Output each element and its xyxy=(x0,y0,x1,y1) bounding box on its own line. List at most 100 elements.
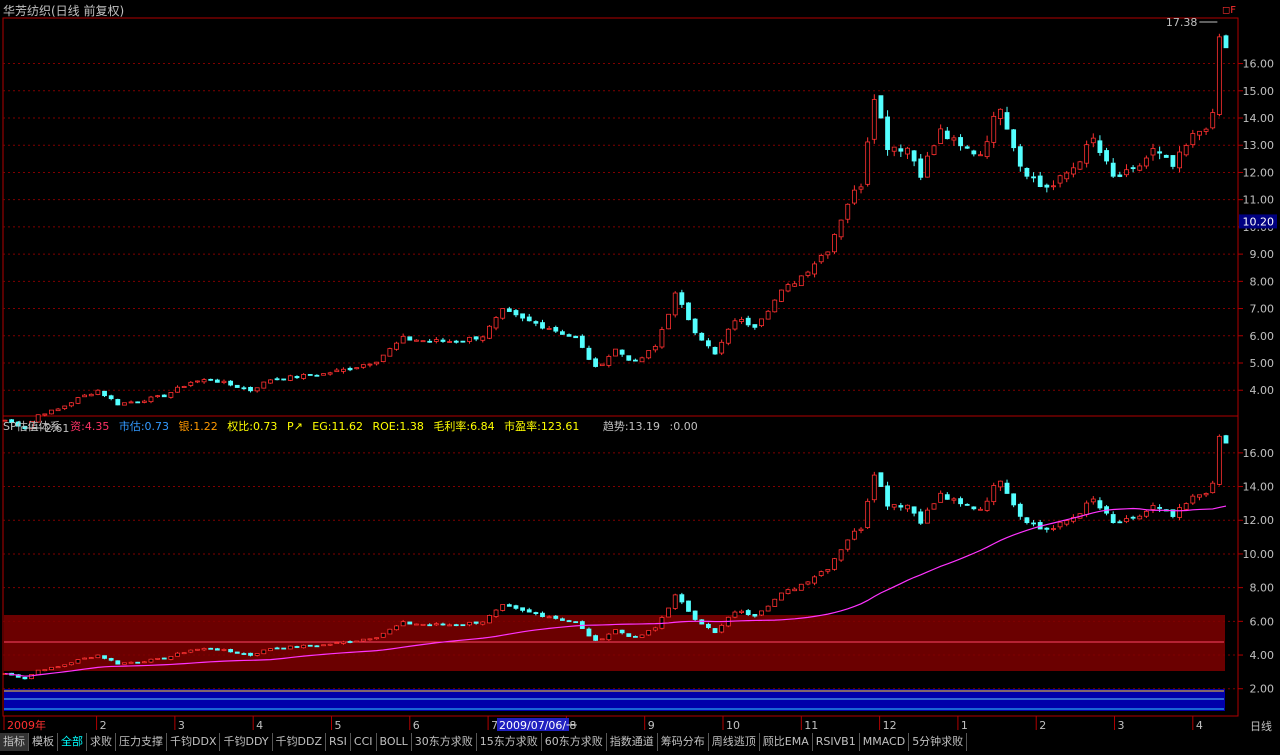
candle-body xyxy=(1051,528,1056,530)
tab-cci[interactable]: CCI xyxy=(351,733,377,751)
candle-body xyxy=(360,638,366,642)
candle-body xyxy=(931,145,937,155)
tab-index-channel[interactable]: 指数通道 xyxy=(607,733,658,751)
candle-body xyxy=(148,396,154,403)
candle-body xyxy=(141,661,147,664)
candle-body xyxy=(845,203,851,220)
tab-5min[interactable]: 5分钟求败 xyxy=(909,733,968,751)
month-label: 3 xyxy=(178,719,185,732)
price-tick-label: 6.00 xyxy=(1250,330,1275,343)
candle-body xyxy=(1223,35,1229,49)
indicator-tick-label: 8.00 xyxy=(1250,582,1275,595)
indicator-value: :0.00 xyxy=(669,420,698,433)
candle-body xyxy=(427,340,433,343)
candle-body xyxy=(1143,157,1149,167)
tab-ddz[interactable]: 千钧DDZ xyxy=(273,733,327,751)
candle-body xyxy=(991,485,997,503)
candle-body xyxy=(493,317,499,329)
candle-body xyxy=(652,345,658,351)
candle-body xyxy=(427,624,433,627)
candle-body xyxy=(248,652,253,656)
candle-body xyxy=(573,335,579,339)
candle-body xyxy=(440,623,446,626)
candle-body xyxy=(858,528,864,531)
candle-body xyxy=(447,341,453,343)
blue-band xyxy=(4,689,1225,711)
month-label: 9 xyxy=(648,719,655,732)
month-label: 1 xyxy=(961,719,968,732)
month-label: 5 xyxy=(334,719,341,732)
indicator-name: SP估值体系 xyxy=(3,420,61,433)
tab-15-east[interactable]: 15东方求败 xyxy=(477,733,542,751)
candle-body xyxy=(1216,435,1222,485)
candle-body xyxy=(55,666,61,669)
price-tick-label: 5.00 xyxy=(1250,357,1275,370)
candle-body xyxy=(1117,174,1123,177)
candle-body xyxy=(533,612,539,614)
tab-boll[interactable]: BOLL xyxy=(377,733,412,751)
indicator-value: P↗ xyxy=(286,420,303,433)
period-label[interactable]: 日线 xyxy=(1250,718,1272,734)
tab-rsivb1[interactable]: RSIVB1 xyxy=(813,733,860,751)
candle-body xyxy=(128,401,134,404)
candle-body xyxy=(1057,175,1063,184)
month-label: 11 xyxy=(804,719,818,732)
candle-body xyxy=(115,660,121,665)
tab-gubi-ema[interactable]: 顾比EMA xyxy=(760,733,813,751)
candle-body xyxy=(659,329,665,348)
tab-mmacd[interactable]: MMACD xyxy=(860,733,910,751)
high-label: 17.38 xyxy=(1166,16,1198,29)
candle-body xyxy=(951,137,957,141)
tab-all[interactable]: 全部 xyxy=(58,733,87,751)
candle-body xyxy=(1097,500,1103,509)
chart-svg[interactable]: 4.005.006.007.008.009.0010.0011.0012.001… xyxy=(0,0,1280,751)
candle-body xyxy=(666,313,671,330)
candle-body xyxy=(307,644,313,647)
tab-indicator[interactable]: 指标 xyxy=(0,733,29,751)
candle-body xyxy=(732,611,738,618)
candle-body xyxy=(606,633,612,641)
candle-body xyxy=(22,676,28,680)
candle-body xyxy=(400,335,406,344)
candle-body xyxy=(1210,112,1216,129)
month-label: 2009年 xyxy=(7,718,46,732)
month-label: 6 xyxy=(413,719,420,732)
month-label: 4 xyxy=(1196,719,1203,732)
tab-support-resistance[interactable]: 压力支撑 xyxy=(116,733,167,751)
candle-body xyxy=(115,399,121,406)
candle-body xyxy=(739,610,744,613)
month-label: 12 xyxy=(883,719,897,732)
candle-body xyxy=(593,635,598,641)
candle-body xyxy=(294,646,300,648)
tab-qiubai[interactable]: 求败 xyxy=(87,733,116,751)
candle-body xyxy=(102,655,107,659)
tab-rsi[interactable]: RSI xyxy=(326,733,351,751)
candle-body xyxy=(195,380,200,383)
candle-body xyxy=(778,592,784,601)
candle-body xyxy=(1170,155,1176,167)
candle-body xyxy=(865,141,871,185)
candle-body xyxy=(228,380,234,386)
candle-body xyxy=(1203,128,1209,132)
candle-body xyxy=(898,505,904,508)
candle-body xyxy=(460,624,466,627)
tab-ddx[interactable]: 千钧DDX xyxy=(167,733,221,751)
candle-body xyxy=(812,576,817,584)
month-label: 2 xyxy=(100,719,107,732)
candle-body xyxy=(274,647,280,650)
tab-weekly-top[interactable]: 周线逃顶 xyxy=(709,733,760,751)
tab-60-east[interactable]: 60东方求败 xyxy=(542,733,607,751)
candle-body xyxy=(1064,172,1070,180)
candle-body xyxy=(500,604,506,611)
candle-body xyxy=(88,657,94,659)
candle-body xyxy=(679,292,685,305)
candle-body xyxy=(871,99,877,140)
tab-template[interactable]: 模板 xyxy=(29,733,58,751)
tab-30-east[interactable]: 30东方求败 xyxy=(412,733,477,751)
tab-chip-distribution[interactable]: 筹码分布 xyxy=(658,733,709,751)
candle-body xyxy=(367,638,373,641)
candle-body xyxy=(1084,502,1090,515)
tab-ddy[interactable]: 千钧DDY xyxy=(220,733,273,751)
candle-body xyxy=(672,292,678,316)
candle-body xyxy=(201,379,207,383)
